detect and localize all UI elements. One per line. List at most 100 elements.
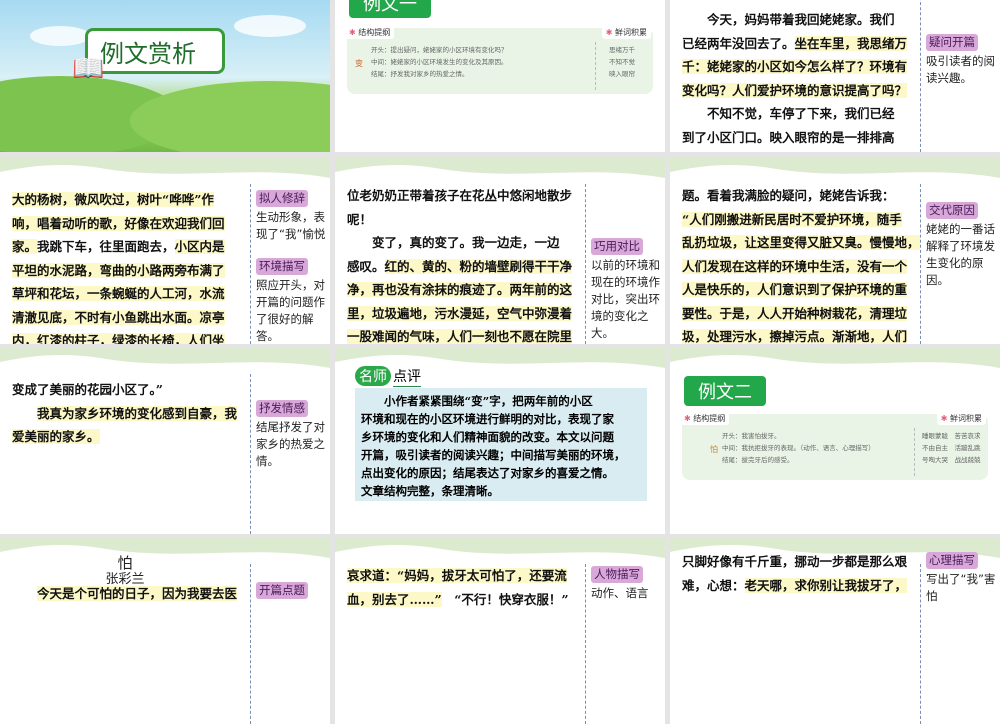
highlighted-text: 草坪和花坛，一条蜿蜒的人工河，水流 xyxy=(12,286,225,301)
text-line: 要性。于是，人人开始种树栽花，清理垃 xyxy=(682,302,918,326)
highlighted-text: 人是快乐的，人们意识到了保护环境的重 xyxy=(682,282,908,297)
text-segment: 今天，妈妈带着我回姥姥家。我们 xyxy=(682,12,895,27)
slide-teacher-review[interactable]: 名师 点评 小作者紧紧围绕“变”字，把两年前的小区 环境和现在的小区环境进行鲜明的… xyxy=(335,348,665,534)
highlighted-text: 响，唱着动听的歌，好像在欢迎我们回 xyxy=(12,215,225,231)
essay-text: 位老奶奶正带着孩子在花丛中悠闲地散步 呢！ 变了，真的变了。我一边走，一边 感叹。红… xyxy=(347,184,583,344)
outline-items: 开头：我害怕拔牙。 中间：我抗拒拔牙的表现。（动作、语言、心理描写） 结尾：拔完牙后… xyxy=(722,430,875,466)
text-line: 大的杨树，微风吹过，树叶“哗哗”作 xyxy=(12,188,248,212)
highlighted-text: 血，别去了……” xyxy=(347,591,442,607)
text-line: 平坦的水泥路，弯曲的小路两旁布满了 xyxy=(12,259,248,283)
review-title: 点评 xyxy=(393,366,421,387)
slide-text-6[interactable]: 哀求道：“妈妈，拔牙太可怕了，还要流 血，别去了……” “不行！快穿衣服！” 人物描… xyxy=(335,538,665,724)
text-segment: 变了，真的变了。我一边走，一边 xyxy=(347,235,560,250)
annotation-text: 姥姥的一番话解释了环境发生变化的原因。 xyxy=(926,222,995,287)
text-line: 难，心想：老天哪，求你别让我拔牙了， xyxy=(682,574,918,598)
annotation-text: 动作、语言 xyxy=(591,586,649,600)
text-line: 到了小区门口。映入眼帘的是一排排高 xyxy=(682,126,918,150)
text-segment: 呢！ xyxy=(347,211,373,227)
highlighted-text: 清澈见底，不时有小鱼跳出水面。凉亭 xyxy=(12,309,225,325)
structure-outline: ✱ 结构提纲 ✱ 鲜词积累 怕 开头：我害怕拔牙。 中间：我抗拒拔牙的表现。（动作… xyxy=(680,412,988,480)
slide-title-text: 例文赏析 xyxy=(100,40,196,68)
annotation-text: 以前的环境和现在的环境作对比，突出环境的变化之大。 xyxy=(591,258,660,340)
text-segment: 位老奶奶正带着孩子在花丛中悠闲地散步 xyxy=(347,188,573,203)
annotation: 心理描写 写出了“我”害怕 xyxy=(926,552,998,605)
text-line: 变化吗？人们爱护环境的意识提高了吗？ xyxy=(682,79,918,103)
text-segment: 变成了美丽的花园小区了。” xyxy=(12,382,163,397)
review-badge: 名师 xyxy=(355,366,391,386)
annotation-text: 生动形象，表现了“我”愉悦 xyxy=(256,210,326,241)
highlighted-text: 变化吗？人们爱护环境的意识提高了吗？ xyxy=(682,82,908,98)
slide-outline-1[interactable]: 例文一 ✱ 结构提纲 ✱ 鲜词积累 变 开头：提出疑问，姥姥家的小区环境有变化吗… xyxy=(335,0,665,152)
vocab-item: 号啕大哭 战战兢兢 xyxy=(922,456,981,464)
wave-decoration xyxy=(335,538,665,558)
slide-text-2[interactable]: 位老奶奶正带着孩子在花丛中悠闲地散步 呢！ 变了，真的变了。我一边走，一边 感叹。红… xyxy=(335,158,665,344)
example-two-tag: 例文二 xyxy=(684,376,766,406)
text-segment: 我跳下车，往里面跑去， xyxy=(37,239,175,254)
annotation-tag: 人物描写 xyxy=(591,566,643,583)
text-line: 清澈见底，不时有小鱼跳出水面。凉亭 xyxy=(12,306,248,330)
highlighted-text: 千：姥姥家的小区如今怎么样了？环境有 xyxy=(682,59,908,74)
outline-item: 中间：姥姥家的小区环境发生的变化及其原因。 xyxy=(371,58,508,66)
slide-text-1[interactable]: 大的杨树，微风吹过，树叶“哗哗”作 响，唱着动听的歌，好像在欢迎我们回 家。我跳下车… xyxy=(0,158,330,344)
essay-text: 题。看着我满脸的疑问，姥姥告诉我： “人们刚搬进新民居时不爱护环境，随手 乱扔垃圾，… xyxy=(682,184,920,344)
text-line: 响，唱着动听的歌，好像在欢迎我们回 xyxy=(12,212,248,236)
text-line: 位老奶奶正带着孩子在花丛中悠闲地散步 xyxy=(347,184,583,208)
text-line: 爱美丽的家乡。 xyxy=(12,425,248,449)
text-line: 变了，真的变了。我一边走，一边 xyxy=(347,231,583,255)
outline-items: 开头：提出疑问，姥姥家的小区环境有变化吗？ 中间：姥姥家的小区环境发生的变化及其原… xyxy=(371,44,508,80)
slide-text-7[interactable]: 只脚好像有千斤重，挪动一步都是那么艰难，心想：老天哪，求你别让我拔牙了， 心理描写… xyxy=(670,538,1000,724)
text-segment xyxy=(12,406,37,421)
highlighted-text: 要性。于是，人人开始种树栽花，清理垃 xyxy=(682,305,908,321)
text-line: 圾，处理污水，擦掉污点。渐渐地，人们 xyxy=(682,325,918,344)
column-divider xyxy=(585,564,586,724)
text-line: 不知不觉，车停了下来，我们已经 xyxy=(682,102,918,126)
annotation-tag: 心理描写 xyxy=(926,552,978,569)
highlighted-text: 老天哪，求你别让我拔牙了， xyxy=(744,577,908,593)
review-line: 乡环境的变化和人们精神面貌的改变。本文以问题 xyxy=(361,430,614,444)
landscape-illustration xyxy=(0,15,330,152)
text-segment: 感叹。 xyxy=(347,258,385,274)
column-divider xyxy=(250,564,251,724)
column-divider xyxy=(920,564,921,724)
text-line: 血，别去了……” “不行！快穿衣服！” xyxy=(347,588,583,612)
text-line: 千：姥姥家的小区如今怎么样了？环境有 xyxy=(682,55,918,79)
structure-outline: ✱ 结构提纲 ✱ 鲜词积累 变 开头：提出疑问，姥姥家的小区环境有变化吗？ 中间：… xyxy=(345,26,653,94)
highlighted-text: 圾，处理污水，擦掉污点。渐渐地，人们 xyxy=(682,329,908,344)
text-line: 净，再也没有涂抹的痕迹了。两年前的这 xyxy=(347,278,583,302)
book-icon: 📖 xyxy=(72,54,105,84)
slide-text-5[interactable]: 怕张彩兰 今天是个可怕的日子，因为我要去医 开篇点题 xyxy=(0,538,330,724)
text-line: 乱扔垃圾，让这里变得又脏又臭。慢慢地， xyxy=(682,231,920,255)
annotation-text: 吸引读者的阅读兴趣。 xyxy=(926,54,995,85)
annotation-tag: 交代原因 xyxy=(926,202,978,219)
wave-decoration xyxy=(0,158,330,178)
essay-text: 今天，妈妈带着我回姥姥家。我们 已经两年没回去了。坐在车里，我思绪万 千：姥姥家的小… xyxy=(682,8,918,149)
outline-item: 开头：我害怕拔牙。 xyxy=(722,432,781,440)
text-segment: 只脚好像有千斤重，挪动一步都是那么艰 xyxy=(682,554,908,569)
slide-outline-2[interactable]: 例文二 ✱ 结构提纲 ✱ 鲜词积累 怕 开头：我害怕拔牙。 中间：我抗拒拔牙的表现… xyxy=(670,348,1000,534)
annotation: 抒发情感 结尾抒发了对家乡的热爱之情。 xyxy=(256,400,328,470)
vocab-item: 不由自主 活蹦乱跳 xyxy=(922,444,981,452)
review-line: 文章结构完整，条理清晰。 xyxy=(361,484,499,498)
review-line: 小作者紧紧围绕“变”字，把两年前的小区 xyxy=(361,394,593,408)
highlighted-text: 我真为家乡环境的变化感到自豪，我 xyxy=(37,405,238,421)
text-segment: 已经两年没回去了。 xyxy=(682,35,795,51)
text-line: 草坪和花坛，一条蜿蜒的人工河，水流 xyxy=(12,282,248,306)
essay-text: 变成了美丽的花园小区了。” 我真为家乡环境的变化感到自豪，我爱美丽的家乡。 xyxy=(12,378,248,449)
annotation-tag: 巧用对比 xyxy=(591,238,643,255)
review-box: 小作者紧紧围绕“变”字，把两年前的小区 环境和现在的小区环境进行鲜明的对比，表现了… xyxy=(355,388,647,501)
text-segment: “不行！快穿衣服！” xyxy=(441,591,569,607)
vocab-label: 鲜词积累 xyxy=(615,28,647,37)
slide-title[interactable]: 例文赏析 📖 xyxy=(0,0,330,152)
vocab-list: 思绪万千 不知不觉 映入眼帘 xyxy=(609,44,635,80)
text-line: 我真为家乡环境的变化感到自豪，我 xyxy=(12,402,248,426)
text-segment: 题。看着我满脸的疑问，姥姥告诉我： xyxy=(682,188,895,203)
slide-text-0[interactable]: 刘翠英 今天，妈妈带着我回姥姥家。我们已经两年没回去了。坐在车里，我思绪万千：姥… xyxy=(670,0,1000,152)
text-line: 只脚好像有千斤重，挪动一步都是那么艰 xyxy=(682,550,918,574)
example-one-tag: 例文一 xyxy=(349,0,431,18)
wave-decoration xyxy=(670,158,1000,178)
text-line: 变成了美丽的花园小区了。” xyxy=(12,378,248,402)
highlighted-text: 今天是个可怕的日子，因为我要去医 xyxy=(37,586,238,601)
slide-text-4[interactable]: 变成了美丽的花园小区了。” 我真为家乡环境的变化感到自豪，我爱美丽的家乡。 抒发情… xyxy=(0,348,330,534)
column-divider xyxy=(250,374,251,534)
slide-text-3[interactable]: 题。看着我满脸的疑问，姥姥告诉我： “人们刚搬进新民居时不爱护环境，随手 乱扔垃圾，… xyxy=(670,158,1000,344)
